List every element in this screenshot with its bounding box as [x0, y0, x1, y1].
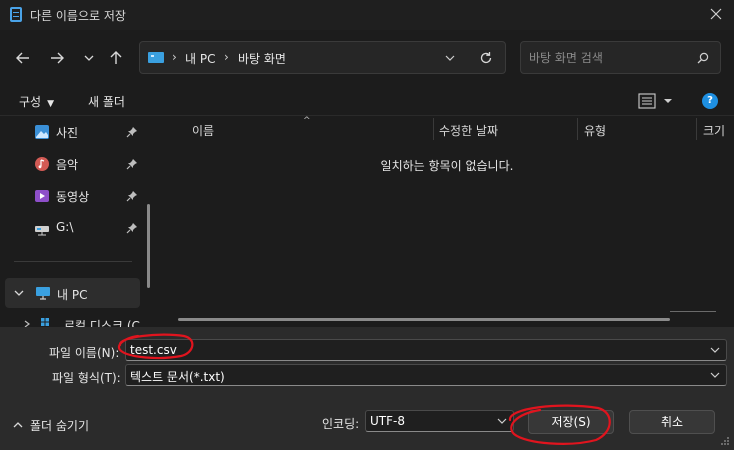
column-divider[interactable]	[577, 118, 578, 140]
chevron-down-icon[interactable]	[497, 417, 507, 425]
filetype-value: 텍스트 문서(*.txt)	[130, 370, 225, 384]
window-title: 다른 이름으로 저장	[30, 9, 126, 23]
notepad-icon	[10, 7, 22, 22]
navigation-bar: › 내 PC › 바탕 화면	[0, 30, 734, 86]
filename-label: 파일 이름(N):	[49, 346, 120, 360]
pin-icon[interactable]	[126, 190, 138, 202]
chevron-down-icon[interactable]	[710, 371, 720, 379]
column-header-type[interactable]: 유형	[584, 122, 606, 139]
close-icon[interactable]	[708, 6, 724, 22]
help-icon[interactable]: ?	[702, 93, 718, 109]
navigation-pane: 사진 음악 동영상 G:\ 내 PC 로컬 디스크 (C	[0, 116, 160, 327]
filename-input[interactable]	[130, 342, 690, 358]
organize-caret-icon: ▼	[47, 99, 55, 109]
chevron-down-icon[interactable]	[710, 346, 720, 354]
filename-combobox[interactable]	[125, 339, 727, 361]
sidebar-item-music[interactable]: 음악	[34, 153, 144, 175]
local-disk-icon	[41, 318, 49, 326]
resize-grip-icon[interactable]	[720, 436, 730, 446]
sidebar-item-label: 내 PC	[57, 288, 88, 302]
view-options-icon[interactable]	[638, 92, 678, 110]
search-icon[interactable]	[696, 51, 710, 65]
sidebar-divider	[14, 261, 132, 262]
sidebar-item-photos[interactable]: 사진	[34, 121, 144, 143]
recent-locations-chevron-icon[interactable]	[78, 47, 100, 69]
breadcrumb-desktop[interactable]: 바탕 화면	[238, 50, 286, 67]
sidebar-item-videos[interactable]: 동영상	[34, 185, 144, 207]
desktop-icon	[148, 52, 164, 63]
file-list: ^ 이름 수정한 날짜 유형 크기 일치하는 항목이 없습니다.	[160, 116, 734, 327]
sidebar-item-this-pc[interactable]: 내 PC	[5, 278, 140, 308]
address-bar[interactable]: › 내 PC › 바탕 화면	[139, 41, 506, 74]
back-arrow-icon[interactable]	[12, 47, 34, 69]
new-folder-button[interactable]: 새 폴더	[88, 93, 125, 110]
cancel-button[interactable]: 취소	[629, 410, 715, 434]
encoding-value: UTF-8	[370, 414, 405, 428]
sidebar-item-label: 사진	[56, 126, 79, 140]
sidebar-item-label: 동영상	[56, 190, 90, 204]
computer-icon	[36, 287, 50, 300]
breadcrumb-this-pc[interactable]: 내 PC	[185, 50, 215, 67]
forward-arrow-icon[interactable]	[46, 47, 68, 69]
sidebar-item-network-drive[interactable]: G:\	[34, 217, 144, 239]
refresh-icon[interactable]	[478, 50, 494, 66]
chevron-up-icon	[13, 422, 23, 428]
column-divider[interactable]	[433, 118, 434, 140]
title-bar: 다른 이름으로 저장	[0, 0, 734, 30]
pin-icon[interactable]	[126, 126, 138, 138]
organize-label: 구성	[19, 95, 42, 109]
organize-button[interactable]: 구성 ▼	[19, 93, 54, 110]
address-dropdown-chevron-icon[interactable]	[444, 53, 456, 63]
save-button[interactable]: 저장(S)	[528, 410, 614, 434]
encoding-label: 인코딩:	[322, 417, 360, 431]
encoding-select[interactable]: UTF-8	[365, 410, 514, 432]
sidebar-item-label: 음악	[56, 158, 79, 172]
column-divider[interactable]	[696, 118, 697, 140]
breadcrumb-separator: ›	[224, 50, 229, 64]
pin-icon[interactable]	[126, 158, 138, 170]
empty-folder-message: 일치하는 항목이 없습니다.	[380, 159, 514, 173]
horizontal-scrollbar[interactable]	[178, 318, 670, 321]
pin-icon[interactable]	[126, 222, 138, 234]
column-header-date-modified[interactable]: 수정한 날짜	[439, 122, 498, 139]
sort-ascending-icon: ^	[303, 116, 311, 126]
command-bar: 구성 ▼ 새 폴더 ?	[0, 86, 734, 116]
network-drive-icon	[35, 226, 49, 236]
videos-icon	[35, 190, 49, 202]
column-header-name[interactable]: 이름	[192, 122, 214, 139]
search-box[interactable]	[520, 41, 721, 74]
breadcrumb-separator: ›	[172, 50, 177, 64]
search-input[interactable]	[529, 48, 689, 68]
divider-line	[670, 311, 716, 312]
sidebar-item-label: G:\	[56, 220, 74, 234]
chevron-right-icon[interactable]	[22, 319, 32, 327]
sidebar-item-label: 로컬 디스크 (C	[64, 319, 140, 327]
hide-folders-label: 폴더 숨기기	[30, 419, 90, 433]
column-header-size[interactable]: 크기	[703, 122, 725, 139]
music-icon	[35, 157, 49, 171]
filetype-select[interactable]: 텍스트 문서(*.txt)	[125, 364, 727, 386]
up-arrow-icon[interactable]	[105, 47, 127, 69]
photos-icon	[35, 125, 49, 139]
filetype-label: 파일 형식(T):	[52, 371, 121, 385]
sidebar-scrollbar[interactable]	[147, 204, 150, 288]
chevron-down-icon[interactable]	[13, 287, 25, 299]
